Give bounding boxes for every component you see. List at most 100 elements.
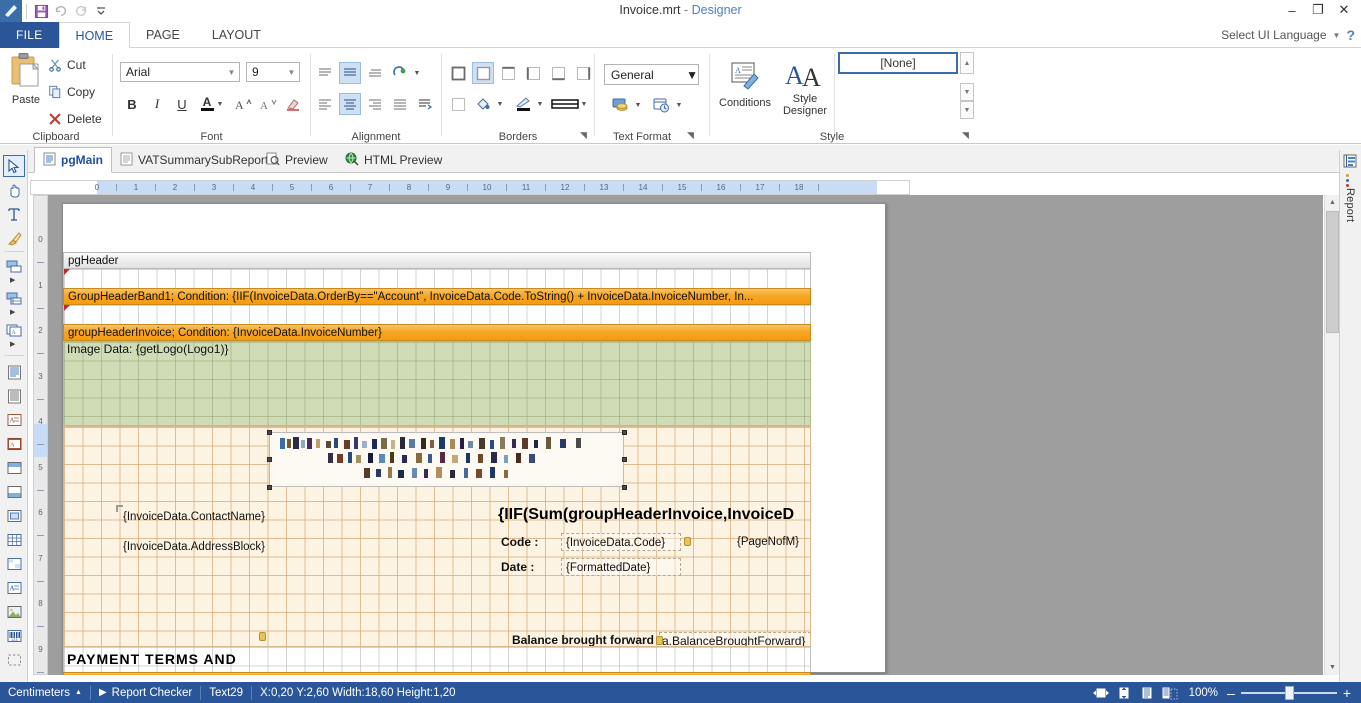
resize-handle-se[interactable] [622, 485, 627, 490]
border-left-icon[interactable] [522, 62, 544, 84]
border-top-icon[interactable] [497, 62, 519, 84]
clone-panel-icon[interactable] [3, 481, 25, 503]
page-header-body[interactable] [63, 269, 811, 288]
border-box-icon[interactable] [472, 62, 494, 84]
tab-pgmain[interactable]: pgMain [34, 147, 112, 173]
bands-icon[interactable] [3, 256, 25, 278]
style-gallery-scroll-up[interactable]: ▲ [960, 52, 974, 74]
scroll-down-arrow[interactable]: ▼ [1326, 661, 1339, 674]
units-selector[interactable]: Centimeters ▲ [0, 682, 90, 703]
ui-language-selector[interactable]: Select UI Language ▼ ? [1221, 22, 1355, 48]
style-gallery-scroll-down[interactable]: ▼ [960, 83, 974, 101]
balance-value-field[interactable]: a.BalanceBroughtForward} [659, 632, 810, 646]
payment-terms-area[interactable]: PAYMENT TERMS AND [63, 647, 811, 675]
resize-handle-e[interactable] [622, 457, 627, 462]
fit-page-icon[interactable] [1114, 684, 1134, 701]
balance-label[interactable]: Balance brought forward [484, 632, 654, 646]
text-cursor-icon[interactable] [3, 203, 25, 225]
align-bottom-icon[interactable] [364, 62, 386, 84]
vertical-ruler[interactable]: 012345678910 [33, 195, 48, 675]
zoom-out-button[interactable]: – [1227, 686, 1235, 700]
style-gallery-item[interactable]: [None] [838, 52, 958, 74]
band-invoice-detail[interactable]: {InvoiceData.ContactName} {InvoiceData.A… [63, 426, 811, 647]
image-icon[interactable] [3, 601, 25, 623]
fill-color-icon[interactable] [472, 93, 494, 115]
align-justify-icon[interactable] [389, 93, 411, 115]
grow-font-button[interactable]: A [232, 93, 254, 115]
payment-terms-text[interactable]: PAYMENT TERMS AND [67, 651, 367, 667]
band-group-header-1[interactable]: GroupHeaderBand1; Condition: {IIF(Invoic… [63, 288, 811, 305]
panel-pin-icon[interactable] [1346, 174, 1349, 187]
date-format-icon[interactable] [650, 94, 672, 116]
currency-format-dropdown[interactable]: ▼ [632, 94, 644, 116]
multi-page-icon[interactable] [1160, 684, 1180, 701]
clear-format-icon[interactable] [282, 93, 304, 115]
minimize-button[interactable]: – [1279, 0, 1305, 20]
border-style-icon[interactable] [550, 93, 580, 115]
conditions-button[interactable]: A Conditions [715, 60, 775, 109]
style-gallery-expand[interactable]: ▼ [960, 101, 974, 119]
band-image-data[interactable]: Image Data: {getLogo(Logo1)} [63, 341, 811, 426]
align-right-icon[interactable] [364, 93, 386, 115]
align-middle-icon[interactable] [339, 62, 361, 84]
currency-format-icon[interactable] [609, 94, 631, 116]
date-label[interactable]: Date : [498, 558, 556, 576]
font-color-dropdown[interactable]: ▼ [214, 93, 226, 115]
date-format-dropdown[interactable]: ▼ [673, 94, 685, 116]
delete-button[interactable]: Delete [48, 110, 102, 128]
bands-expand-icon[interactable]: ▶ [10, 276, 15, 284]
cross-bands-expand-icon[interactable]: ▶ [10, 308, 15, 316]
address-block-field[interactable]: {InvoiceData.AddressBlock} [119, 537, 449, 557]
paste-button[interactable]: Paste [6, 52, 46, 106]
tab-html-preview[interactable]: HTML Preview [337, 147, 450, 173]
data-band-icon[interactable] [3, 361, 25, 383]
band-page-header[interactable]: pgHeader [63, 252, 811, 269]
close-button[interactable]: ✕ [1331, 0, 1357, 20]
date-value-field[interactable]: {FormattedDate} [561, 558, 681, 576]
font-family-combo[interactable]: Arial ▼ [120, 62, 240, 82]
underline-button[interactable]: U [171, 93, 193, 115]
horizontal-ruler[interactable]: 0 1 2 3 4 5 6 7 8 9 10 11 12 13 14 15 16 17 18 [30, 180, 910, 195]
tab-home[interactable]: HOME [58, 22, 131, 48]
zoom-in-button[interactable]: + [1343, 686, 1351, 700]
bold-button[interactable]: B [121, 93, 143, 115]
style-dialog-launcher[interactable]: ◥ [962, 130, 974, 142]
border-style-dropdown[interactable]: ▼ [578, 93, 590, 115]
tab-layout[interactable]: LAYOUT [196, 22, 277, 48]
report-design-canvas[interactable]: pgHeader GroupHeaderBand1; Condition: {I… [48, 195, 1323, 675]
code-value-field[interactable]: {InvoiceData.Code} [561, 533, 681, 551]
richtext-icon[interactable]: A [3, 433, 25, 455]
report-tree-icon[interactable] [1343, 154, 1358, 171]
dashed-rect-icon[interactable] [3, 649, 25, 671]
report-checker-button[interactable]: ▶ Report Checker [91, 682, 200, 703]
tab-page[interactable]: PAGE [130, 22, 196, 48]
align-top-icon[interactable] [314, 62, 336, 84]
style-designer-button[interactable]: A A Style Designer [775, 60, 835, 117]
scroll-thumb[interactable] [1326, 211, 1339, 333]
containers-expand-icon[interactable]: ▶ [10, 340, 15, 348]
help-icon[interactable]: ? [1346, 27, 1355, 43]
table-icon[interactable] [3, 529, 25, 551]
band-group-header-invoice[interactable]: groupHeaderInvoice; Condition: {InvoiceD… [63, 324, 811, 341]
rotate-dropdown[interactable]: ▼ [411, 62, 423, 84]
border-none-icon[interactable] [447, 93, 469, 115]
panel-icon[interactable] [3, 457, 25, 479]
cursor-icon[interactable] [3, 155, 25, 177]
hand-icon[interactable] [3, 179, 25, 201]
subreport-icon[interactable] [3, 505, 25, 527]
canvas-vertical-scrollbar[interactable]: ▲ ▼ [1324, 195, 1339, 675]
zoom-track[interactable] [1240, 685, 1337, 700]
right-panel-label[interactable]: Report [1344, 188, 1356, 222]
resize-handle-nw[interactable] [267, 430, 272, 435]
text-lines-icon[interactable] [3, 385, 25, 407]
resize-handle-w[interactable] [267, 457, 272, 462]
font-size-combo[interactable]: 9 ▼ [246, 62, 300, 82]
brush-icon[interactable] [3, 227, 25, 249]
cut-button[interactable]: Cut [48, 56, 86, 74]
barcode-icon[interactable]: 123 [3, 625, 25, 647]
invoice-title-field[interactable]: {IIF(Sum(groupHeaderInvoice,InvoiceD [494, 502, 810, 528]
containers-icon[interactable]: A [3, 320, 25, 342]
border-right-icon[interactable] [572, 62, 594, 84]
border-bottom-icon[interactable] [547, 62, 569, 84]
maximize-button[interactable]: ❐ [1305, 0, 1331, 20]
